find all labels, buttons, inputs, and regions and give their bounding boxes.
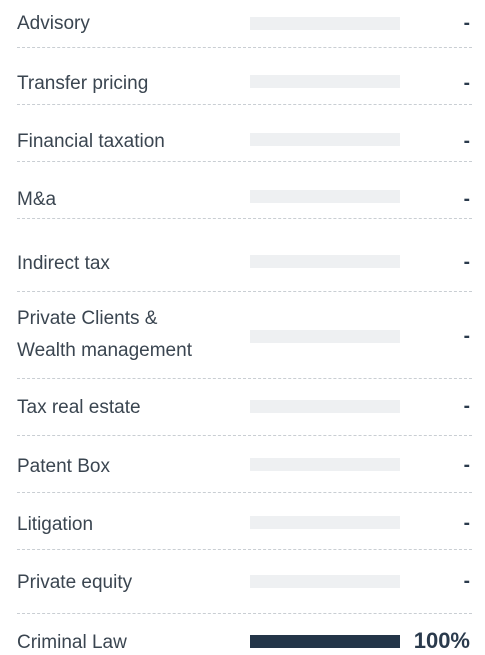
item-label: Private equity <box>17 572 133 593</box>
list-item: Patent Box - <box>17 436 472 493</box>
item-label: M&a <box>17 189 57 210</box>
item-value: - <box>463 189 470 210</box>
item-value: - <box>463 326 470 347</box>
list-item: Financial taxation - <box>17 105 472 162</box>
list-item: Transfer pricing - <box>17 48 472 105</box>
item-value: - <box>463 396 470 417</box>
item-value: - <box>463 73 470 94</box>
item-value: 100% <box>413 628 470 653</box>
item-value: - <box>463 513 470 534</box>
progress-bar <box>250 133 400 146</box>
list-item: Indirect tax - <box>17 219 472 292</box>
item-value: - <box>463 131 470 152</box>
item-label: Transfer pricing <box>17 73 149 94</box>
item-label-line1: Private Clients & <box>17 308 158 329</box>
list-item: Private Clients & Wealth management - <box>17 292 472 379</box>
progress-bar <box>250 400 400 413</box>
progress-bar <box>250 17 400 30</box>
item-value: - <box>463 252 470 273</box>
item-label: Indirect tax <box>17 253 110 274</box>
list-item: Criminal Law 100% <box>17 614 472 655</box>
item-value: - <box>463 455 470 476</box>
item-label: Advisory <box>17 13 90 34</box>
progress-bar <box>250 635 400 648</box>
item-label: Litigation <box>17 514 94 535</box>
item-value: - <box>463 13 470 34</box>
progress-bar <box>250 330 400 343</box>
progress-bar <box>250 575 400 588</box>
progress-bar <box>250 75 400 88</box>
item-label-line2: Wealth management <box>17 340 192 361</box>
progress-bar <box>250 190 400 203</box>
progress-bar <box>250 516 400 529</box>
list-item: Advisory - <box>17 0 472 48</box>
item-label: Tax real estate <box>17 397 141 418</box>
list-item: M&a - <box>17 162 472 219</box>
item-label: Financial taxation <box>17 131 165 152</box>
item-value: - <box>463 571 470 592</box>
item-label: Patent Box <box>17 456 110 477</box>
progress-bar <box>250 458 400 471</box>
item-label: Criminal Law <box>17 632 127 653</box>
practice-area-list: Advisory - Transfer pricing - Financial … <box>0 0 485 655</box>
list-item: Private equity - <box>17 550 472 614</box>
progress-bar <box>250 255 400 268</box>
list-item: Litigation - <box>17 493 472 550</box>
list-item: Tax real estate - <box>17 379 472 436</box>
progress-fill <box>250 635 400 648</box>
